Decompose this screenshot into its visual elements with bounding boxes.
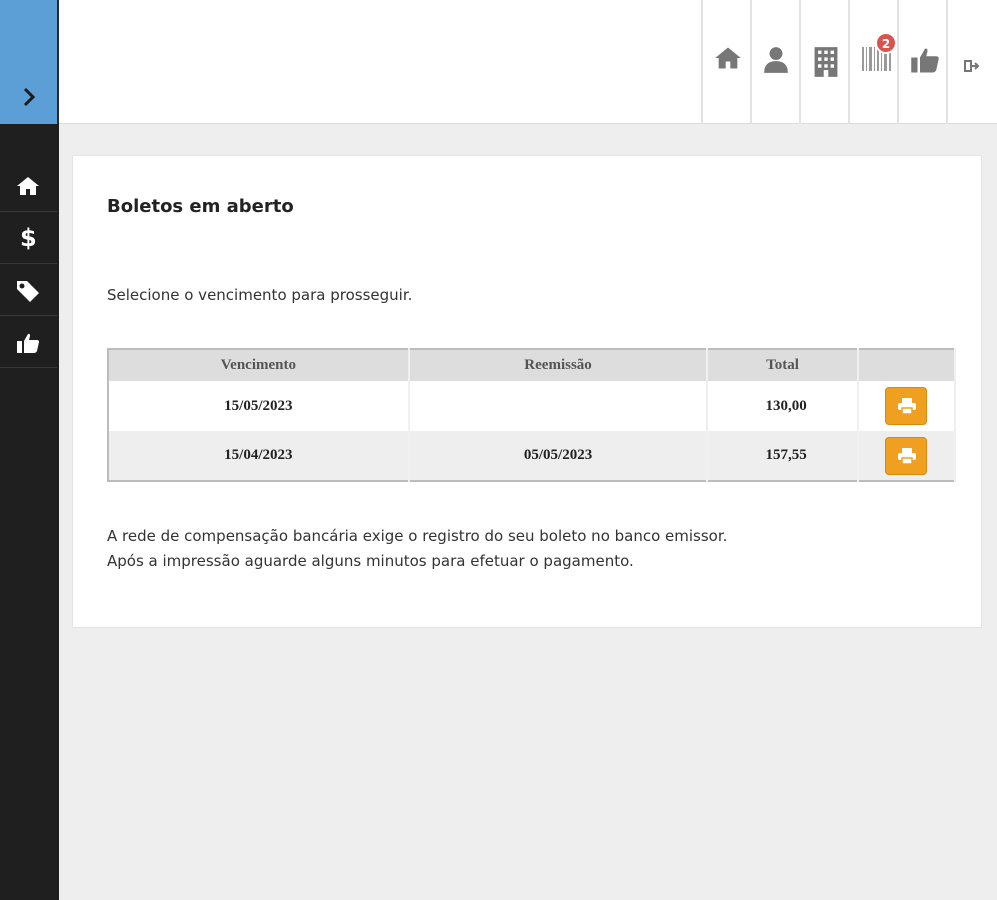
sign-out-icon bbox=[964, 60, 980, 72]
table-row[interactable]: 15/04/2023 05/05/2023 157,55 bbox=[108, 431, 957, 481]
print-icon bbox=[898, 447, 917, 464]
boletos-table: Vencimento Reemissão Total 15/05/2023 13… bbox=[107, 348, 957, 482]
print-icon bbox=[898, 398, 917, 414]
boletos-panel: Boletos em aberto Selecione o vencimento… bbox=[72, 155, 982, 628]
info-note-line: Após a impressão aguarde alguns minutos … bbox=[107, 552, 634, 570]
instruction-text: Selecione o vencimento para prosseguir. bbox=[107, 286, 413, 304]
thumbs-up-icon bbox=[911, 48, 939, 73]
header-building-button[interactable] bbox=[799, 0, 848, 124]
sidebar-item-tags[interactable] bbox=[0, 264, 57, 316]
cell-actions bbox=[857, 431, 957, 481]
user-icon bbox=[764, 47, 788, 73]
header-home-button[interactable] bbox=[701, 0, 750, 124]
cell-vencimento: 15/05/2023 bbox=[108, 381, 410, 431]
sidebar: $ bbox=[0, 0, 59, 900]
table-header-row: Vencimento Reemissão Total bbox=[108, 349, 957, 381]
header-logout-button[interactable] bbox=[946, 0, 997, 124]
column-header-vencimento: Vencimento bbox=[108, 349, 410, 381]
print-boleto-button[interactable] bbox=[885, 436, 928, 475]
cell-reemissao bbox=[408, 381, 709, 431]
info-note-line: A rede de compensação bancária exige o r… bbox=[107, 527, 728, 545]
notification-badge: 2 bbox=[875, 32, 897, 54]
sidebar-item-financeiro[interactable]: $ bbox=[0, 212, 57, 264]
header-boletos-button[interactable]: 2 bbox=[848, 0, 897, 124]
table-row[interactable]: 15/05/2023 130,00 bbox=[108, 381, 957, 431]
home-icon bbox=[715, 47, 741, 69]
tag-icon bbox=[17, 281, 39, 302]
print-boleto-button[interactable] bbox=[885, 387, 928, 425]
cell-total: 130,00 bbox=[707, 381, 859, 431]
dollar-icon: $ bbox=[20, 224, 37, 250]
chevron-right-icon bbox=[23, 87, 36, 107]
svg-text:$: $ bbox=[20, 224, 37, 250]
cell-reemissao: 05/05/2023 bbox=[408, 431, 709, 481]
column-header-reemissao: Reemissão bbox=[408, 349, 709, 381]
cell-vencimento: 15/04/2023 bbox=[108, 431, 410, 481]
thumbs-up-icon bbox=[17, 333, 39, 353]
home-icon bbox=[17, 177, 39, 195]
column-header-actions bbox=[857, 349, 957, 381]
info-note: A rede de compensação bancária exige o r… bbox=[107, 524, 727, 574]
top-header: 2 bbox=[59, 0, 997, 124]
cell-total: 157,55 bbox=[707, 431, 859, 481]
header-user-button[interactable] bbox=[750, 0, 799, 124]
sidebar-item-avaliacao[interactable] bbox=[0, 316, 57, 368]
column-header-total: Total bbox=[707, 349, 859, 381]
sidebar-toggle-button[interactable] bbox=[0, 0, 59, 124]
building-icon bbox=[814, 47, 838, 77]
sidebar-item-home[interactable] bbox=[0, 160, 57, 212]
page-title: Boletos em aberto bbox=[107, 196, 294, 217]
header-avaliacao-button[interactable] bbox=[897, 0, 946, 124]
cell-actions bbox=[857, 381, 957, 431]
